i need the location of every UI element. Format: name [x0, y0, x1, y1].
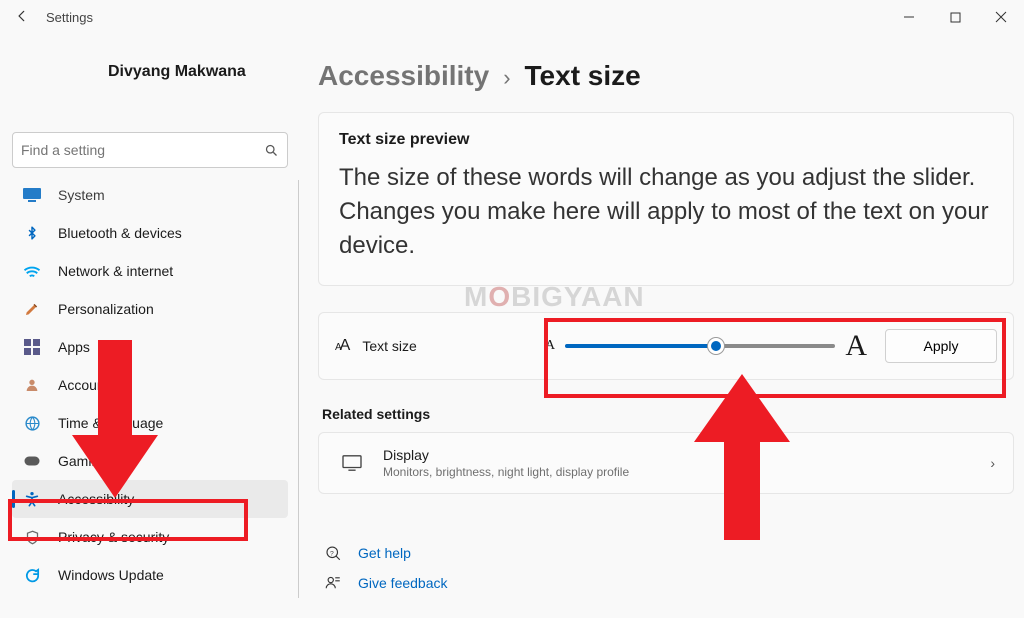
sidebar-item-windows-update[interactable]: Windows Update: [12, 556, 288, 594]
sidebar-item-personalization[interactable]: Personalization: [12, 290, 288, 328]
sidebar-item-label: Network & internet: [58, 263, 173, 279]
display-title: Display: [383, 447, 629, 463]
sidebar-item-label: Privacy & security: [58, 529, 169, 545]
sidebar-item-apps[interactable]: Apps: [12, 328, 288, 366]
help-icon: ?: [322, 544, 344, 562]
sidebar-item-accounts[interactable]: Accounts: [12, 366, 288, 404]
breadcrumb-current: Text size: [525, 60, 641, 92]
maximize-button[interactable]: [932, 0, 978, 34]
apply-button[interactable]: Apply: [885, 329, 997, 363]
time-language-icon: [22, 413, 42, 433]
breadcrumb: Accessibility › Text size: [318, 60, 1014, 92]
search-input[interactable]: [21, 142, 263, 158]
user-name: Divyang Makwana: [108, 63, 246, 81]
give-feedback-row[interactable]: Give feedback: [318, 568, 1014, 598]
sidebar-item-label: Apps: [58, 339, 90, 355]
gaming-icon: [22, 451, 42, 471]
text-size-slider[interactable]: [565, 344, 835, 348]
slider-min-label: A: [545, 338, 555, 354]
get-help-link[interactable]: Get help: [358, 545, 411, 561]
preview-heading: Text size preview: [339, 131, 993, 149]
sidebar-item-label: Windows Update: [58, 567, 164, 583]
maximize-icon: [950, 12, 961, 23]
display-subtitle: Monitors, brightness, night light, displ…: [383, 465, 629, 479]
window-title: Settings: [46, 10, 93, 25]
titlebar: Settings: [0, 0, 1024, 34]
sidebar-item-label: System: [58, 187, 105, 203]
breadcrumb-parent[interactable]: Accessibility: [318, 60, 489, 92]
close-icon: [995, 11, 1007, 23]
sidebar: Divyang Makwana System Bluetooth & devic…: [0, 34, 300, 618]
apps-icon: [22, 337, 42, 357]
slider-thumb[interactable]: [708, 338, 724, 354]
main-content: Accessibility › Text size Text size prev…: [300, 34, 1024, 618]
text-size-icon: AA: [335, 337, 348, 355]
text-size-slider-card: AA Text size A A Apply: [318, 312, 1014, 380]
sidebar-item-privacy[interactable]: Privacy & security: [12, 518, 288, 556]
sidebar-item-label: Time & language: [58, 415, 163, 431]
scroll-divider: [298, 180, 299, 598]
search-icon: [263, 142, 279, 158]
personalization-icon: [22, 299, 42, 319]
sidebar-item-label: Personalization: [58, 301, 154, 317]
accounts-icon: [22, 375, 42, 395]
accessibility-icon: [22, 489, 42, 509]
minimize-icon: [903, 11, 915, 23]
sidebar-item-label: Bluetooth & devices: [58, 225, 182, 241]
chevron-right-icon: ›: [503, 65, 510, 91]
slider-max-label: A: [845, 329, 867, 363]
give-feedback-link[interactable]: Give feedback: [358, 575, 448, 591]
window-controls: [886, 0, 1024, 34]
privacy-icon: [22, 527, 42, 547]
sidebar-item-network[interactable]: Network & internet: [12, 252, 288, 290]
display-icon: [337, 454, 367, 472]
related-settings-heading: Related settings: [322, 406, 1014, 422]
svg-text:?: ?: [330, 550, 334, 557]
text-size-preview-card: Text size preview The size of these word…: [318, 112, 1014, 286]
chevron-right-icon: ›: [990, 455, 995, 471]
bluetooth-icon: [22, 223, 42, 243]
sidebar-item-accessibility[interactable]: Accessibility: [12, 480, 288, 518]
back-button[interactable]: [8, 9, 36, 26]
windows-update-icon: [22, 565, 42, 585]
search-box[interactable]: [12, 132, 288, 168]
close-button[interactable]: [978, 0, 1024, 34]
text-size-label: Text size: [362, 338, 416, 354]
sidebar-item-time-language[interactable]: Time & language: [12, 404, 288, 442]
minimize-button[interactable]: [886, 0, 932, 34]
get-help-row[interactable]: ? Get help: [318, 538, 1014, 568]
watermark: MOBIGYAAN: [464, 281, 645, 313]
preview-body-text: The size of these words will change as y…: [339, 161, 993, 263]
back-arrow-icon: [15, 9, 29, 23]
text-size-slider-row: A A Apply: [545, 329, 997, 363]
sidebar-item-gaming[interactable]: Gaming: [12, 442, 288, 480]
nav-list: System Bluetooth & devices Network & int…: [12, 182, 288, 594]
system-icon: [22, 185, 42, 205]
sidebar-item-label: Accessibility: [58, 491, 134, 507]
sidebar-item-label: Accounts: [58, 377, 116, 393]
display-settings-row[interactable]: Display Monitors, brightness, night ligh…: [318, 432, 1014, 494]
network-icon: [22, 261, 42, 281]
sidebar-item-system[interactable]: System: [12, 176, 288, 214]
feedback-icon: [322, 574, 344, 592]
sidebar-item-label: Gaming: [58, 453, 107, 469]
sidebar-item-bluetooth[interactable]: Bluetooth & devices: [12, 214, 288, 252]
